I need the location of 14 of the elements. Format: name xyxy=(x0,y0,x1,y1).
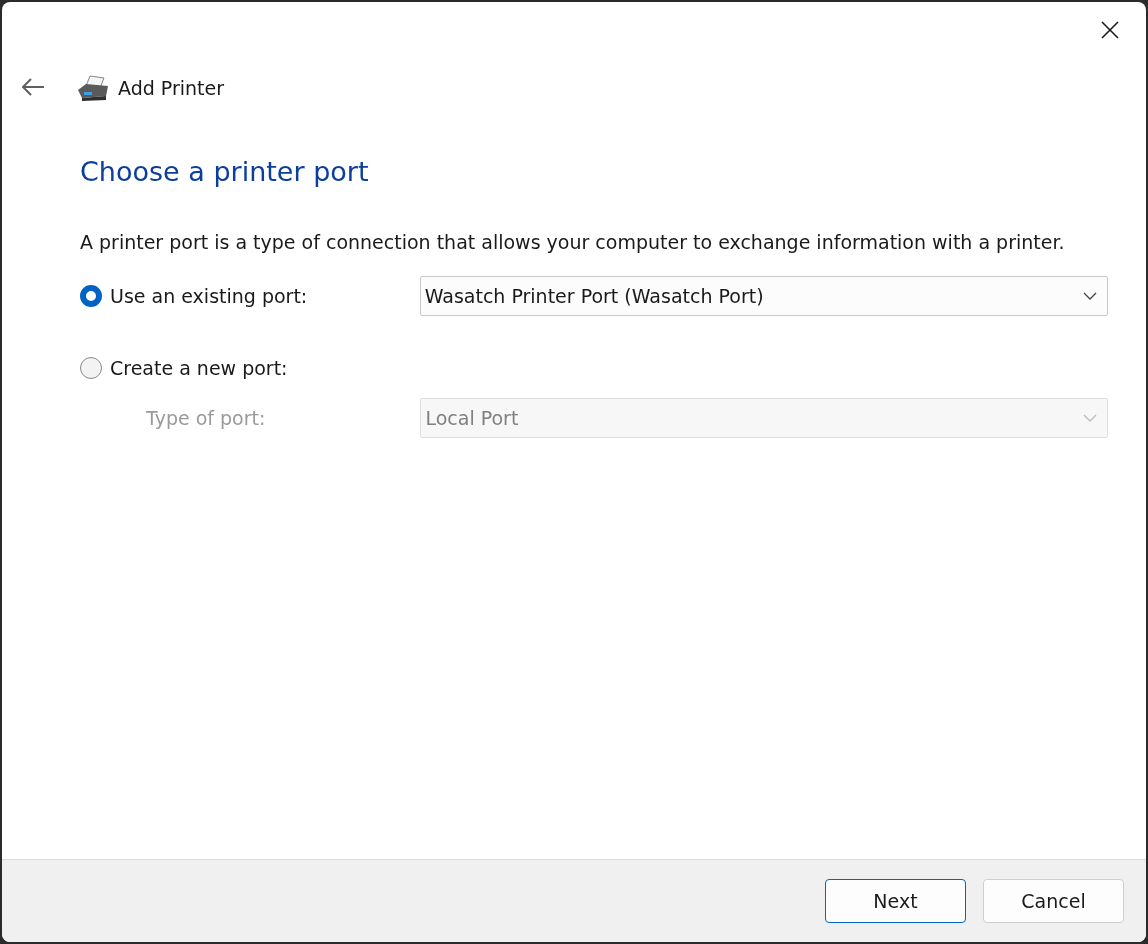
window-title: Add Printer xyxy=(118,77,225,99)
back-arrow-icon xyxy=(20,76,46,97)
chevron-down-icon xyxy=(1083,414,1097,422)
radio-option[interactable]: Use an existing port: xyxy=(80,285,420,307)
cancel-button[interactable]: Cancel xyxy=(983,879,1124,923)
printer-icon xyxy=(76,74,110,102)
port-dropdown[interactable]: Wasatch Printer Port (Wasatch Port) xyxy=(419,276,1108,316)
description-text: A printer port is a type of connection that allows your computer to exchange information with a printer. xyxy=(80,230,1066,255)
next-button[interactable]: Next xyxy=(825,879,966,923)
chevron-down-icon xyxy=(1083,292,1097,300)
type-of-port-label: Type of port: xyxy=(145,407,267,429)
page-heading: Choose a printer port xyxy=(80,156,370,187)
radio-option[interactable]: Create a new port: xyxy=(80,357,420,379)
close-icon xyxy=(1100,20,1120,40)
